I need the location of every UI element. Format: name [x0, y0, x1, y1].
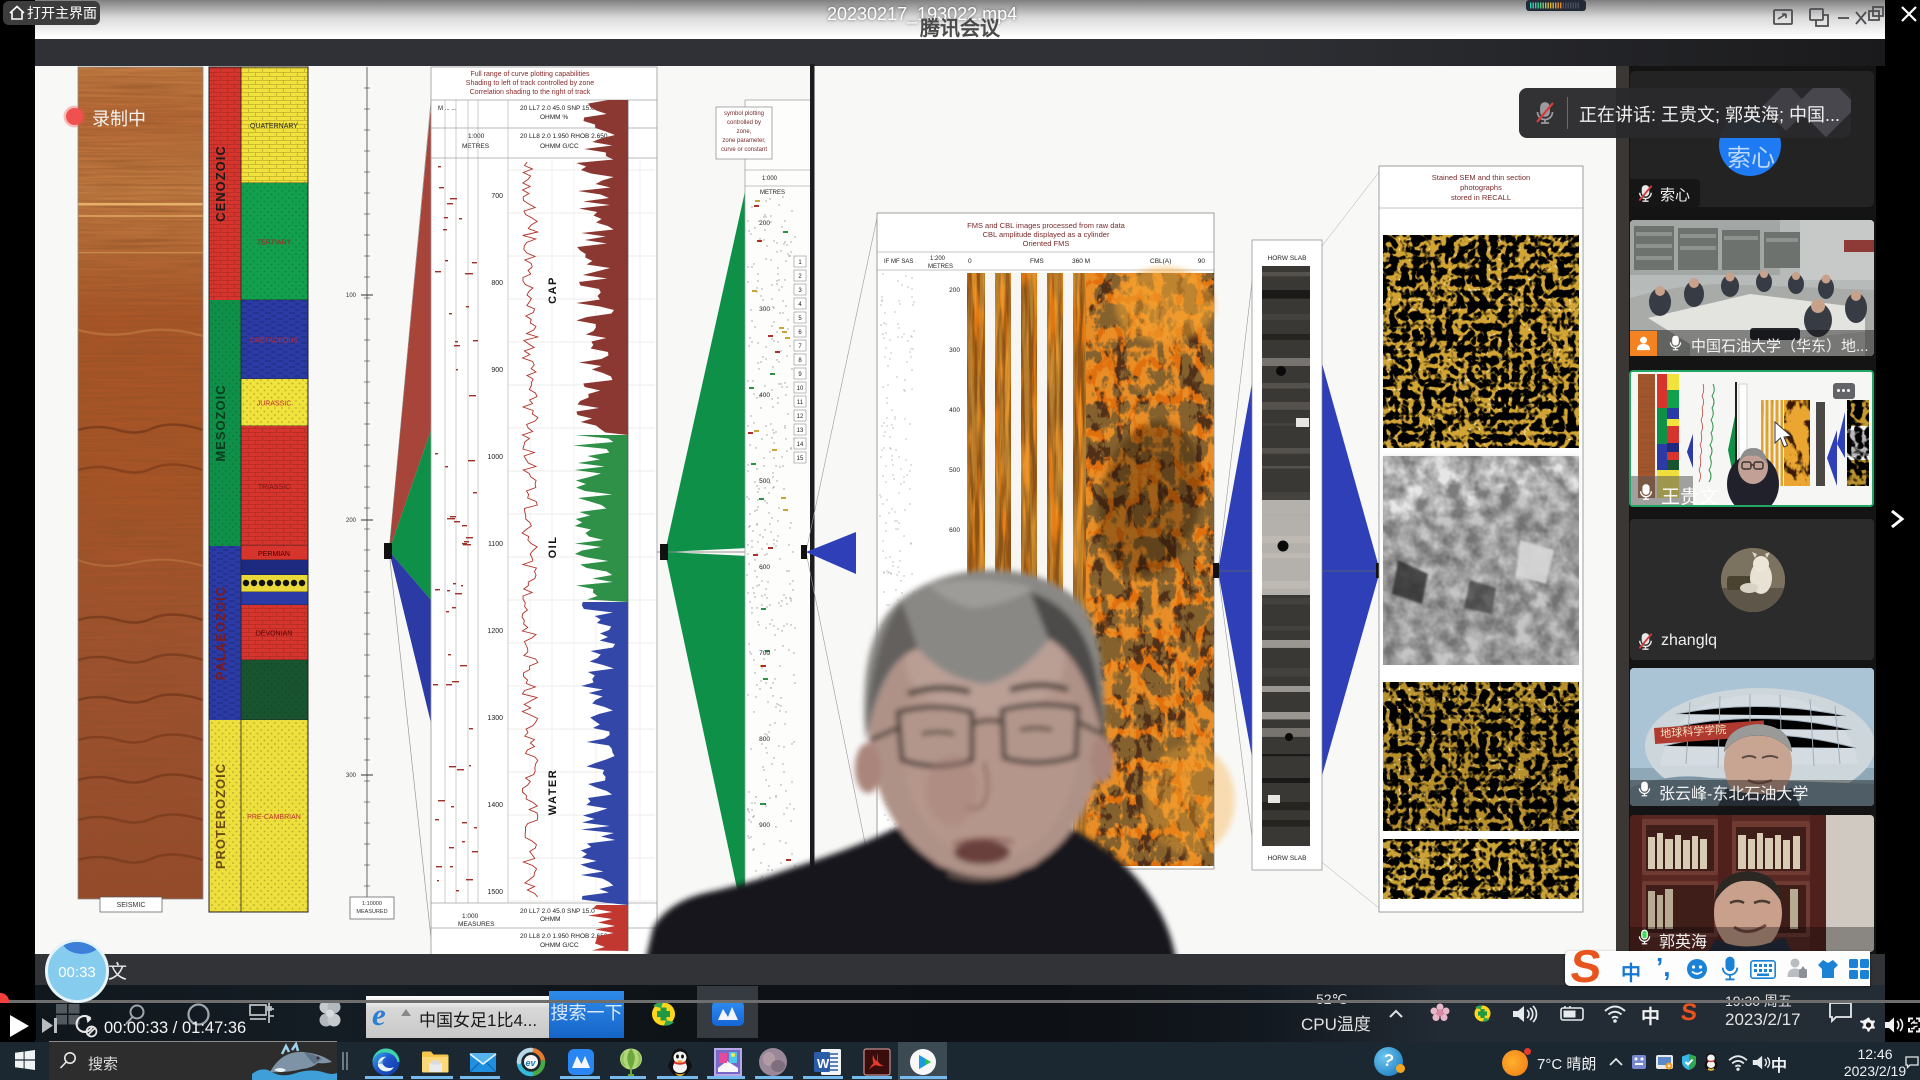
svg-text:100: 100 — [346, 293, 357, 299]
svg-text:HORW SLAB: HORW SLAB — [1268, 855, 1307, 862]
svg-text:0: 0 — [968, 258, 972, 265]
svg-text:14: 14 — [797, 442, 804, 448]
svg-text:12: 12 — [797, 414, 804, 420]
svg-text:700: 700 — [491, 193, 503, 200]
svg-text:FMS and CBL images processed f: FMS and CBL images processed from raw da… — [967, 221, 1126, 230]
svg-text:OHMM: OHMM — [540, 916, 561, 923]
svg-text:1400: 1400 — [487, 802, 503, 809]
svg-text:1000: 1000 — [487, 454, 503, 461]
svg-text:300: 300 — [346, 773, 357, 779]
svg-text:FMS: FMS — [1030, 258, 1044, 265]
svg-text:1:000: 1:000 — [468, 133, 485, 140]
svg-text:TRIASSIC: TRIASSIC — [258, 484, 290, 491]
svg-text:zone parameter,: zone parameter, — [722, 138, 766, 144]
svg-text:20 LL7 2.0 45.0 SNP: 20 LL7 2.0 45.0 SNP 15.0 — [520, 105, 595, 112]
svg-text:CAP: CAP — [547, 276, 559, 304]
svg-text:200: 200 — [759, 220, 770, 227]
svg-text:360 M: 360 M — [1072, 258, 1090, 265]
svg-text:METRES: METRES — [462, 143, 490, 150]
svg-text:13: 13 — [797, 428, 804, 434]
svg-text:600: 600 — [949, 527, 960, 534]
svg-text:1200: 1200 — [487, 628, 503, 635]
svg-text:300: 300 — [759, 306, 770, 313]
svg-text:1:000: 1:000 — [762, 176, 778, 182]
svg-text:10: 10 — [797, 386, 804, 392]
svg-text:20 LL8 2.0 1.950 RHOB: 20 LL8 2.0 1.950 RHOB 2.650 — [520, 133, 608, 140]
svg-text:1500: 1500 — [487, 889, 503, 896]
svg-text:1:200: 1:200 — [930, 256, 946, 262]
svg-text:METRES: METRES — [928, 264, 953, 270]
svg-text:CBL(A): CBL(A) — [1150, 258, 1171, 265]
svg-text:TERTIARY: TERTIARY — [257, 240, 292, 247]
svg-text:OHMM G/CC: OHMM G/CC — [540, 942, 579, 949]
svg-text:15: 15 — [797, 456, 804, 462]
svg-text:ev: ev — [526, 1058, 537, 1068]
svg-text:OHMM G/CC: OHMM G/CC — [540, 143, 579, 150]
svg-text:JURASSIC: JURASSIC — [257, 401, 292, 408]
svg-text:500: 500 — [759, 478, 770, 485]
svg-text:Correlation shading to the rig: Correlation shading to the right of trac… — [470, 89, 591, 96]
svg-text:20 LL8 2.0 1.950 RHOB: 20 LL8 2.0 1.950 RHOB 2.650 — [520, 933, 608, 940]
svg-text:DEVONIAN: DEVONIAN — [256, 631, 293, 638]
svg-text:11: 11 — [797, 400, 804, 406]
svg-text:WATER: WATER — [547, 769, 559, 815]
svg-text:OIL: OIL — [547, 536, 559, 559]
svg-text:500: 500 — [949, 467, 960, 474]
svg-text:200: 200 — [949, 287, 960, 294]
svg-text:Oriented FMS: Oriented FMS — [1023, 239, 1070, 248]
svg-text:PROTEROZOIC: PROTEROZOIC — [213, 763, 228, 869]
svg-text:SEISMIC: SEISMIC — [117, 902, 146, 909]
svg-text:1100: 1100 — [488, 541, 503, 548]
svg-text:PALAEOZOIC: PALAEOZOIC — [213, 586, 228, 680]
svg-text:900: 900 — [491, 367, 503, 374]
svg-text:700: 700 — [759, 650, 770, 657]
svg-text:controlled by: controlled by — [727, 120, 761, 126]
svg-text:W: W — [817, 1056, 830, 1071]
svg-text:Shading to left of track contr: Shading to left of track controlled by z… — [466, 80, 595, 87]
svg-text:Stained SEM and thin section: Stained SEM and thin section — [1432, 173, 1530, 182]
svg-text:photographs: photographs — [1460, 183, 1502, 192]
svg-text:Full range of curve plotting c: Full range of curve plotting capabilitie… — [470, 71, 590, 78]
svg-text:1:000: 1:000 — [462, 913, 479, 920]
svg-text:stored in RECALL: stored in RECALL — [1451, 193, 1511, 202]
svg-text:PERMIAN: PERMIAN — [258, 551, 290, 558]
svg-text:IF MF SAS: IF MF SAS — [884, 259, 913, 265]
svg-text:MESOZOIC: MESOZOIC — [213, 384, 228, 461]
svg-text:MEASURES: MEASURES — [458, 921, 495, 928]
svg-text:PRE-CAMBRIAN: PRE-CAMBRIAN — [247, 814, 301, 821]
svg-text:900: 900 — [759, 822, 770, 829]
svg-text:QUATERNARY: QUATERNARY — [250, 123, 298, 130]
svg-text:HORW SLAB: HORW SLAB — [1268, 255, 1307, 262]
svg-text:20 LL7 2.0 45.0 SNP: 20 LL7 2.0 45.0 SNP 15.0 — [520, 908, 595, 915]
svg-text:CBL amplitude displayed as a c: CBL amplitude displayed as a cylinder — [983, 230, 1110, 239]
svg-text:1300: 1300 — [487, 715, 503, 722]
svg-text:800: 800 — [759, 736, 770, 743]
svg-text:90: 90 — [1198, 258, 1206, 265]
svg-text:800: 800 — [491, 280, 503, 287]
svg-text:CENOZOIC: CENOZOIC — [213, 145, 228, 222]
svg-text:MEASURED: MEASURED — [356, 909, 387, 915]
svg-text:300: 300 — [949, 347, 960, 354]
svg-text:OHMM %: OHMM % — [540, 114, 568, 121]
svg-text:400: 400 — [759, 392, 770, 399]
svg-text:M ... ...: M ... ... — [438, 106, 457, 112]
svg-text:zone,: zone, — [737, 129, 752, 135]
svg-text:200: 200 — [346, 518, 357, 524]
svg-text:curve or constant: curve or constant — [721, 147, 767, 153]
svg-text:symbol plotting: symbol plotting — [724, 111, 764, 117]
svg-text:1:10000: 1:10000 — [362, 901, 382, 907]
svg-text:600: 600 — [759, 564, 770, 571]
svg-text:400: 400 — [949, 407, 960, 414]
svg-text:METRES: METRES — [760, 190, 785, 196]
svg-text:CRETACEOUS: CRETACEOUS — [250, 338, 298, 345]
